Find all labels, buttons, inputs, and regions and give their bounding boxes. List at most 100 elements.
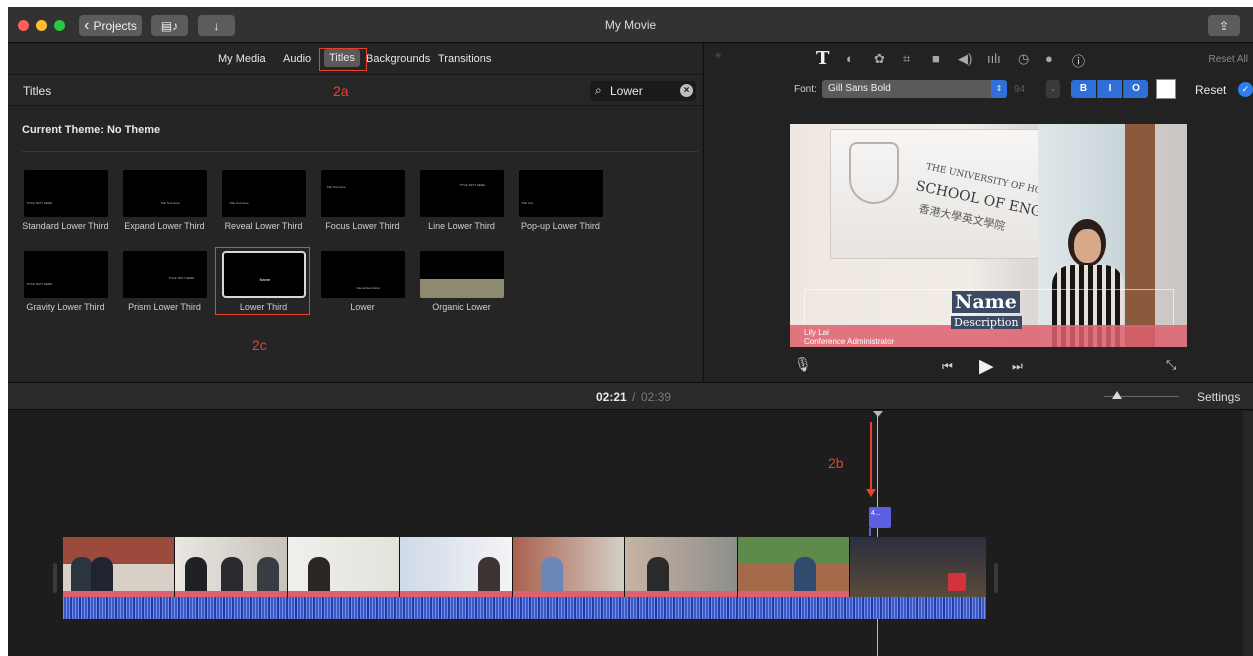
thumb-text: TITLE TEXT HERE bbox=[26, 201, 53, 205]
title-tile-label: Pop-up Lower Third bbox=[521, 221, 600, 231]
microphone-icon[interactable]: 🎙 bbox=[794, 356, 812, 373]
apply-checkmark-icon[interactable]: ✓ bbox=[1238, 82, 1253, 97]
video-clip-thumbnail[interactable] bbox=[63, 537, 175, 597]
speed-icon[interactable]: ◷ bbox=[1018, 51, 1029, 67]
font-size-value[interactable]: 94 bbox=[1014, 84, 1025, 95]
tab-my-media[interactable]: My Media bbox=[218, 53, 266, 65]
italic-button[interactable]: I bbox=[1097, 80, 1122, 98]
audio-waveform[interactable] bbox=[63, 597, 986, 619]
clip-trim-handle-left[interactable] bbox=[53, 563, 57, 593]
title-thumbnail: TITLE TEXT HERE bbox=[419, 170, 504, 217]
video-clip-strip[interactable] bbox=[63, 537, 986, 597]
search-value: Lower bbox=[610, 84, 643, 98]
timeline-header: 02:21 / 02:39 Settings bbox=[8, 382, 1253, 410]
thumb-text: Title Text Here bbox=[326, 185, 346, 189]
font-settings-row: Font: Gill Sans Bold ⇕ 94 ⌄ B I O Reset … bbox=[704, 78, 1253, 102]
stabilization-icon[interactable]: ■ bbox=[932, 51, 940, 66]
time-separator: / bbox=[632, 390, 636, 404]
annotation-2c: 2c bbox=[252, 337, 267, 353]
playback-controls: 🎙 ⏮ ▶ ⏭ ⤡ bbox=[704, 352, 1253, 382]
reset-button[interactable]: Reset bbox=[1195, 83, 1226, 97]
title-description-text[interactable]: Description bbox=[951, 316, 1022, 329]
font-select[interactable]: Gill Sans Bold ⇕ bbox=[822, 80, 1007, 98]
clear-search-icon[interactable]: × bbox=[680, 84, 693, 97]
video-clip-thumbnail[interactable] bbox=[175, 537, 288, 597]
outline-button[interactable]: O bbox=[1123, 80, 1148, 98]
playhead-marker-icon[interactable] bbox=[873, 411, 883, 417]
search-input[interactable]: ⌕ Lower × bbox=[590, 81, 696, 101]
annotation-box-lower-third bbox=[215, 247, 310, 315]
lower-third-person-role: Conference Administrator bbox=[804, 337, 895, 346]
text-tool-icon[interactable]: T bbox=[816, 48, 829, 69]
font-size-dropdown-icon[interactable]: ⌄ bbox=[1046, 80, 1060, 98]
bold-button[interactable]: B bbox=[1071, 80, 1096, 98]
title-tile-label: Reveal Lower Third bbox=[224, 221, 303, 231]
annotation-2b: 2b bbox=[828, 455, 844, 471]
fullscreen-icon[interactable]: ⤡ bbox=[1166, 357, 1176, 373]
title-tile-focus-lower-third[interactable]: Title Text Here Focus Lower Third bbox=[313, 170, 412, 232]
clip-figure bbox=[185, 557, 207, 591]
title-tile-prism-lower-third[interactable]: TITLE TEXT HERE Prism Lower Third bbox=[115, 251, 214, 313]
title-name-text[interactable]: Name bbox=[952, 291, 1020, 313]
font-label: Font: bbox=[794, 84, 817, 95]
thumb-text: Title Text Here bbox=[229, 201, 249, 205]
tab-transitions[interactable]: Transitions bbox=[438, 53, 491, 65]
crop-icon[interactable]: ⌗ bbox=[903, 51, 910, 67]
video-clip-thumbnail[interactable] bbox=[738, 537, 850, 597]
skip-back-icon[interactable]: ⏮ bbox=[942, 359, 953, 374]
clip-trim-handle-right[interactable] bbox=[994, 563, 998, 593]
title-thumbnail: TITLE TEXT HERE bbox=[23, 251, 108, 298]
annotation-2a: 2a bbox=[333, 83, 349, 99]
play-icon[interactable]: ▶ bbox=[979, 355, 994, 378]
title-tile-label: Organic Lower bbox=[432, 302, 491, 312]
title-clip[interactable]: 4... bbox=[869, 507, 891, 528]
color-balance-icon[interactable]: ◐ bbox=[846, 51, 854, 66]
video-clip-thumbnail[interactable] bbox=[288, 537, 400, 597]
video-clip-thumbnail[interactable] bbox=[513, 537, 625, 597]
zoom-slider-knob[interactable] bbox=[1112, 391, 1122, 399]
title-tile-popup-lower-third[interactable]: Title Text Pop-up Lower Third bbox=[511, 170, 610, 232]
clip-figure bbox=[308, 557, 330, 591]
search-icon: ⌕ bbox=[595, 83, 602, 97]
current-time: 02:21 bbox=[596, 390, 627, 404]
video-clip-thumbnail[interactable] bbox=[625, 537, 738, 597]
window-title: My Movie bbox=[604, 18, 657, 32]
tab-audio[interactable]: Audio bbox=[283, 53, 311, 65]
video-clip-thumbnail[interactable] bbox=[400, 537, 513, 597]
title-tile-standard-lower-third[interactable]: TITLE TEXT HERE Standard Lower Third bbox=[16, 170, 115, 232]
clip-figure bbox=[221, 557, 243, 591]
title-thumbnail: Title Text Here bbox=[221, 170, 306, 217]
text-color-swatch[interactable] bbox=[1156, 79, 1176, 99]
viewer-panel: ✳ T ◐ ✿ ⌗ ■ ◀) ıılı ◷ ● ⓘ Reset All Font… bbox=[703, 44, 1253, 382]
playhead[interactable] bbox=[877, 411, 878, 656]
timeline[interactable]: 2b 4... bbox=[8, 411, 1253, 656]
video-clip-thumbnail[interactable] bbox=[850, 537, 986, 597]
clip-figure bbox=[794, 557, 816, 591]
timeline-scrollbar[interactable] bbox=[1243, 411, 1253, 656]
title-tile-gravity-lower-third[interactable]: TITLE TEXT HERE Gravity Lower Third bbox=[16, 251, 115, 313]
clip-overlay bbox=[948, 573, 966, 591]
volume-icon[interactable]: ◀) bbox=[958, 51, 972, 67]
timeline-settings-button[interactable]: Settings bbox=[1197, 390, 1240, 404]
preview-sign-panel: THE UNIVERSITY OF HONG KONG SCHOOL OF EN… bbox=[830, 129, 1089, 259]
annotation-arrow bbox=[870, 422, 872, 492]
color-correction-icon[interactable]: ✿ bbox=[874, 51, 885, 67]
filter-icon[interactable]: ● bbox=[1045, 51, 1053, 66]
title-tile-expand-lower-third[interactable]: Title Text Here Expand Lower Third bbox=[115, 170, 214, 232]
tab-backgrounds[interactable]: Backgrounds bbox=[366, 53, 430, 65]
info-icon[interactable]: ⓘ bbox=[1072, 51, 1085, 70]
title-thumbnail bbox=[419, 251, 504, 298]
magic-wand-icon[interactable]: ✳ bbox=[714, 51, 722, 62]
title-tile-lower[interactable]: Name/Description Lower bbox=[313, 251, 412, 313]
reset-all-button[interactable]: Reset All bbox=[1209, 54, 1248, 65]
noise-reduction-icon[interactable]: ıılı bbox=[987, 51, 1001, 66]
skip-forward-icon[interactable]: ⏭ bbox=[1012, 359, 1023, 374]
clip-figure bbox=[257, 557, 279, 591]
annotation-box-titles-tab bbox=[319, 48, 367, 71]
title-tile-reveal-lower-third[interactable]: Title Text Here Reveal Lower Third bbox=[214, 170, 313, 232]
title-clip-connector bbox=[869, 528, 871, 536]
share-button[interactable]: ⇪ bbox=[1208, 15, 1240, 36]
title-tile-organic-lower[interactable]: Organic Lower bbox=[412, 251, 511, 313]
thumb-text: Title Text Here bbox=[160, 201, 180, 205]
title-tile-line-lower-third[interactable]: TITLE TEXT HERE Line Lower Third bbox=[412, 170, 511, 232]
